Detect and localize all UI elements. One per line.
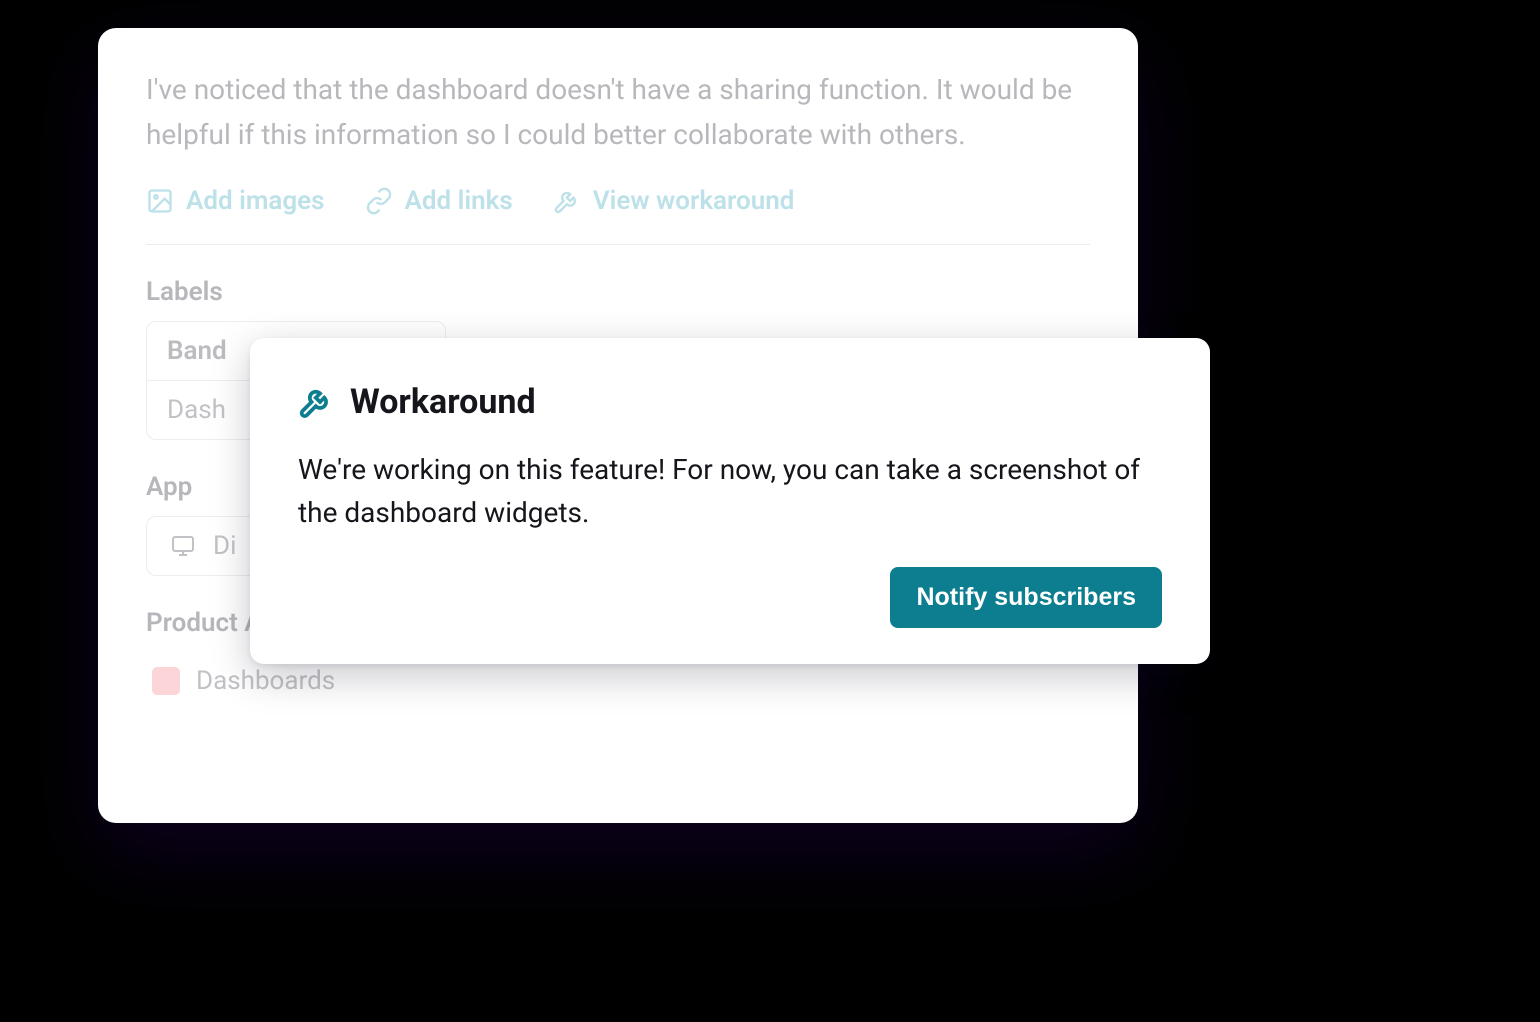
view-workaround-label: View workaround (593, 186, 795, 216)
popup-header: Workaround (298, 382, 1162, 422)
image-icon (146, 187, 174, 215)
view-workaround-link[interactable]: View workaround (553, 186, 795, 216)
add-images-link[interactable]: Add images (146, 186, 325, 216)
monitor-icon (169, 534, 197, 558)
add-images-label: Add images (186, 186, 325, 216)
action-row: Add images Add links View workaround (146, 186, 1090, 245)
product-area-swatch (152, 667, 180, 695)
wrench-icon (553, 187, 581, 215)
workaround-popup: Workaround We're working on this feature… (250, 338, 1210, 664)
popup-body: We're working on this feature! For now, … (298, 448, 1162, 535)
add-links-link[interactable]: Add links (365, 186, 513, 216)
app-chip[interactable]: Di (146, 516, 259, 576)
label-chip-text: Dash (167, 395, 226, 425)
product-area-chip-text: Dashboards (196, 666, 335, 696)
add-links-label: Add links (405, 186, 513, 216)
link-icon (365, 187, 393, 215)
popup-title: Workaround (350, 382, 536, 422)
labels-title: Labels (146, 277, 1090, 307)
notify-subscribers-button[interactable]: Notify subscribers (890, 567, 1162, 628)
label-chip-text: Band (167, 336, 227, 366)
popup-footer: Notify subscribers (298, 567, 1162, 628)
wrench-icon (298, 384, 334, 420)
app-chip-text: Di (213, 531, 236, 561)
description-text: I've noticed that the dashboard doesn't … (146, 68, 1090, 158)
